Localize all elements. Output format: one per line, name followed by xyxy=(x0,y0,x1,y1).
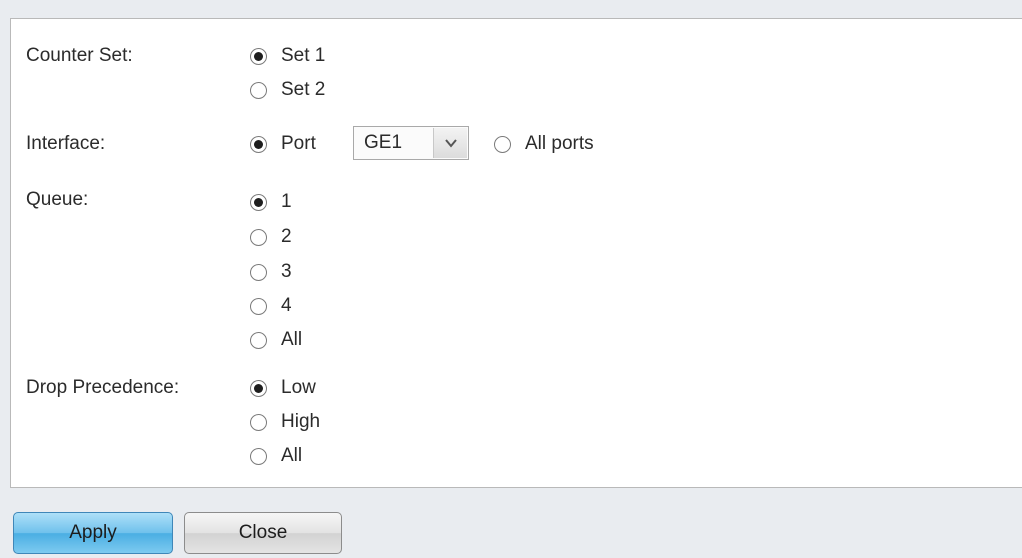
radio-button-checked[interactable] xyxy=(250,193,267,211)
queue-option-2[interactable]: 2 xyxy=(250,225,292,249)
port-select-value: GE1 xyxy=(364,132,403,153)
radio-button-checked[interactable] xyxy=(250,135,267,153)
option-label: Set 1 xyxy=(281,45,326,66)
option-label: All xyxy=(281,329,303,350)
apply-button[interactable]: Apply xyxy=(13,512,173,554)
drop-precedence-option-high[interactable]: High xyxy=(250,410,320,434)
interface-option-all-ports[interactable]: All ports xyxy=(494,132,594,156)
option-label: All xyxy=(281,445,303,466)
radio-button[interactable] xyxy=(250,413,267,431)
queue-option-3[interactable]: 3 xyxy=(250,260,292,284)
top-strip xyxy=(0,0,1022,10)
counter-set-option-set-1[interactable]: Set 1 xyxy=(250,44,325,68)
queue-label: Queue: xyxy=(26,189,89,210)
option-label: 4 xyxy=(281,295,292,316)
radio-button[interactable] xyxy=(250,297,267,315)
radio-button-checked[interactable] xyxy=(250,47,267,65)
drop-precedence-option-low[interactable]: Low xyxy=(250,376,316,400)
option-label: All ports xyxy=(525,133,594,154)
option-label: 3 xyxy=(281,261,292,282)
interface-option-port[interactable]: Port xyxy=(250,132,316,156)
radio-button-checked[interactable] xyxy=(250,379,267,397)
drop-precedence-label: Drop Precedence: xyxy=(26,377,180,398)
chevron-down-icon[interactable] xyxy=(433,128,467,158)
port-select[interactable]: GE1 xyxy=(353,126,469,160)
settings-panel xyxy=(10,18,1022,488)
option-label: High xyxy=(281,411,321,432)
drop-precedence-option-all[interactable]: All xyxy=(250,444,302,468)
counter-set-option-set-2[interactable]: Set 2 xyxy=(250,78,325,102)
radio-button[interactable] xyxy=(250,263,267,281)
counter-set-label: Counter Set: xyxy=(26,45,133,66)
radio-button[interactable] xyxy=(250,447,267,465)
chevron-down-icon-glyph xyxy=(444,139,457,148)
option-label: Low xyxy=(281,377,316,398)
queue-option-4[interactable]: 4 xyxy=(250,294,292,318)
page: Counter Set: Set 1 Set 2 Interface: Port… xyxy=(0,0,1022,558)
radio-button[interactable] xyxy=(250,81,267,99)
interface-label: Interface: xyxy=(26,133,106,154)
radio-button[interactable] xyxy=(250,331,267,349)
close-button[interactable]: Close xyxy=(184,512,342,554)
queue-option-all[interactable]: All xyxy=(250,328,302,352)
option-label: Set 2 xyxy=(281,79,326,100)
option-label: 1 xyxy=(281,191,292,212)
option-label: Port xyxy=(281,133,316,154)
queue-option-1[interactable]: 1 xyxy=(250,190,292,214)
option-label: 2 xyxy=(281,226,292,247)
radio-button[interactable] xyxy=(250,228,267,246)
radio-button[interactable] xyxy=(494,135,511,153)
